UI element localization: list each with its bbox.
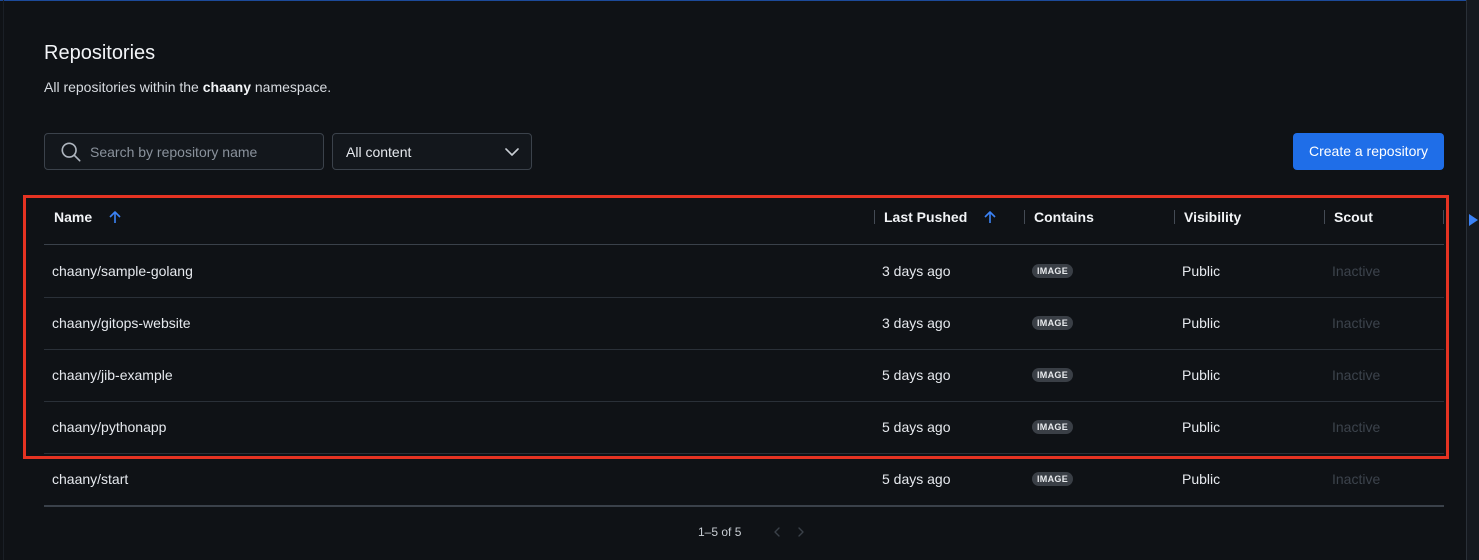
visibility: Public — [1182, 471, 1221, 487]
search-icon — [61, 142, 81, 162]
visibility: Public — [1182, 315, 1221, 331]
left-divider — [3, 0, 4, 560]
content-type-badge: IMAGE — [1032, 368, 1074, 382]
visibility: Public — [1182, 263, 1221, 279]
column-label-last-pushed: Last Pushed — [884, 209, 968, 225]
previous-page-button[interactable] — [770, 524, 784, 540]
content-type-badge: IMAGE — [1032, 472, 1074, 486]
table-header: Name Last Pushed Contains Visibility Sco… — [44, 196, 1444, 245]
page-subtitle: All repositories within the chaany names… — [44, 79, 331, 95]
top-accent-line — [0, 0, 1479, 1]
subtitle-suffix: namespace. — [251, 79, 332, 95]
table-row[interactable]: chaany/pythonapp 5 days ago IMAGE Public… — [44, 402, 1444, 454]
namespace-name: chaany — [202, 79, 251, 95]
content-filter-select[interactable]: All content — [332, 133, 532, 170]
last-pushed: 5 days ago — [882, 471, 951, 487]
chevron-left-icon — [774, 527, 780, 537]
chevron-right-icon — [798, 527, 804, 537]
content-type-badge: IMAGE — [1032, 420, 1074, 434]
scout-status: Inactive — [1332, 263, 1381, 279]
scout-status: Inactive — [1332, 471, 1381, 487]
column-header-contains[interactable]: Contains — [1034, 196, 1094, 244]
last-pushed: 5 days ago — [882, 419, 951, 435]
right-panel-edge — [1466, 0, 1479, 560]
subtitle-prefix: All repositories within the — [44, 79, 203, 95]
repository-name[interactable]: chaany/gitops-website — [52, 298, 191, 348]
column-separator — [1443, 210, 1444, 224]
content-type-badge: IMAGE — [1032, 316, 1074, 330]
search-box[interactable] — [44, 133, 324, 170]
column-header-scout[interactable]: Scout — [1334, 196, 1373, 244]
column-header-visibility[interactable]: Visibility — [1184, 196, 1241, 244]
search-input[interactable] — [90, 134, 315, 169]
repository-name[interactable]: chaany/jib-example — [52, 350, 173, 400]
column-separator — [874, 210, 875, 224]
last-pushed: 3 days ago — [882, 263, 951, 279]
arrow-up-icon[interactable] — [108, 210, 122, 224]
page-title: Repositories — [44, 42, 156, 64]
table-row[interactable]: chaany/sample-golang 3 days ago IMAGE Pu… — [44, 246, 1444, 298]
last-pushed: 3 days ago — [882, 315, 951, 331]
pagination-range: 1–5 of 5 — [698, 525, 742, 539]
column-header-name[interactable]: Name — [54, 196, 122, 244]
scout-status: Inactive — [1332, 315, 1381, 331]
column-separator — [1324, 210, 1325, 224]
scout-status: Inactive — [1332, 367, 1381, 383]
table-row[interactable]: chaany/gitops-website 3 days ago IMAGE P… — [44, 298, 1444, 350]
expand-caret-icon[interactable] — [1469, 214, 1478, 226]
next-page-button[interactable] — [794, 524, 808, 540]
visibility: Public — [1182, 419, 1221, 435]
column-separator — [1024, 210, 1025, 224]
column-header-last-pushed[interactable]: Last Pushed — [884, 196, 997, 244]
content-filter-value: All content — [346, 144, 412, 160]
chevron-down-icon — [505, 148, 519, 156]
arrow-up-icon[interactable] — [983, 210, 997, 224]
column-label-name: Name — [54, 209, 93, 225]
table-row[interactable]: chaany/start 5 days ago IMAGE Public Ina… — [44, 454, 1444, 506]
repository-name[interactable]: chaany/sample-golang — [52, 246, 193, 296]
create-repository-button[interactable]: Create a repository — [1293, 133, 1444, 170]
column-separator — [1174, 210, 1175, 224]
repository-name[interactable]: chaany/pythonapp — [52, 402, 166, 452]
last-pushed: 5 days ago — [882, 367, 951, 383]
repository-name[interactable]: chaany/start — [52, 454, 128, 504]
visibility: Public — [1182, 367, 1221, 383]
scout-status: Inactive — [1332, 419, 1381, 435]
table-bottom-border — [44, 505, 1444, 507]
content-type-badge: IMAGE — [1032, 264, 1074, 278]
table-row[interactable]: chaany/jib-example 5 days ago IMAGE Publ… — [44, 350, 1444, 402]
